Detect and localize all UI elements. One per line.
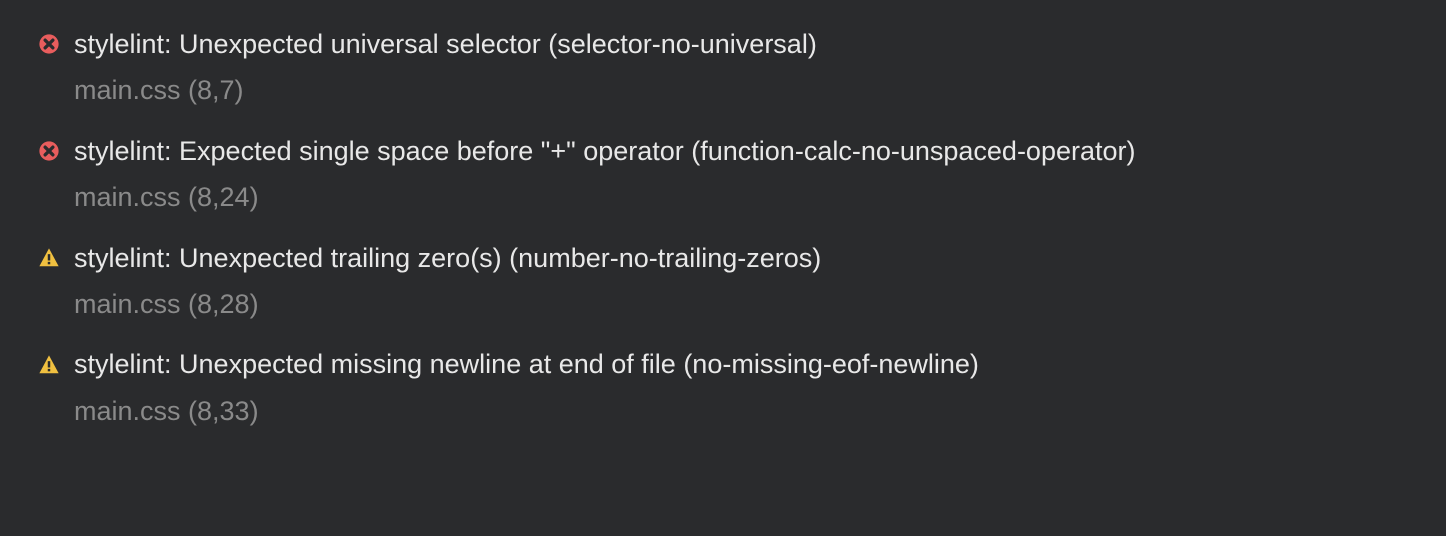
problem-row: stylelint: Unexpected universal selector… <box>38 28 1408 60</box>
problem-item[interactable]: stylelint: Unexpected trailing zero(s) (… <box>38 242 1408 321</box>
problem-item[interactable]: stylelint: Expected single space before … <box>38 135 1408 214</box>
problem-item[interactable]: stylelint: Unexpected missing newline at… <box>38 348 1408 427</box>
warning-icon <box>38 354 60 376</box>
problem-location: main.css (8,28) <box>74 288 1408 320</box>
error-icon <box>38 140 60 162</box>
problems-list: stylelint: Unexpected universal selector… <box>38 28 1408 427</box>
problem-row: stylelint: Unexpected trailing zero(s) (… <box>38 242 1408 274</box>
problem-location: main.css (8,33) <box>74 395 1408 427</box>
problem-row: stylelint: Expected single space before … <box>38 135 1408 167</box>
problem-row: stylelint: Unexpected missing newline at… <box>38 348 1408 380</box>
warning-icon <box>38 247 60 269</box>
problem-message: stylelint: Unexpected missing newline at… <box>74 348 979 380</box>
problem-message: stylelint: Unexpected trailing zero(s) (… <box>74 242 821 274</box>
problem-message: stylelint: Unexpected universal selector… <box>74 28 817 60</box>
error-icon <box>38 33 60 55</box>
problem-message: stylelint: Expected single space before … <box>74 135 1136 167</box>
problem-location: main.css (8,24) <box>74 181 1408 213</box>
problem-item[interactable]: stylelint: Unexpected universal selector… <box>38 28 1408 107</box>
problem-location: main.css (8,7) <box>74 74 1408 106</box>
